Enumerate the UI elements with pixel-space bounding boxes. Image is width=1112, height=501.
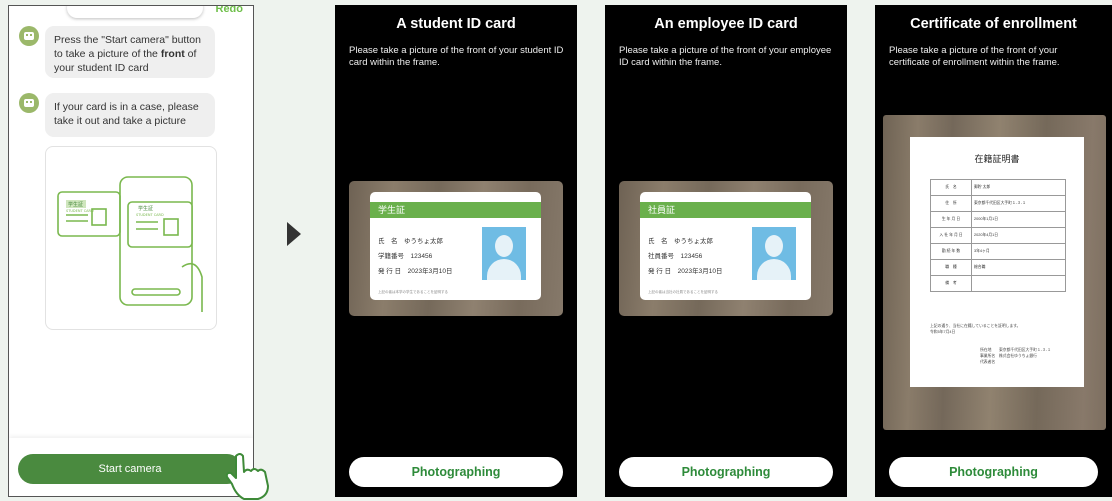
card-footer: 上記の者は本学の学生であることを証明する xyxy=(378,290,448,294)
start-camera-button[interactable]: Start camera xyxy=(18,454,242,484)
screen-instruction: Please take a picture of the front of yo… xyxy=(349,45,564,68)
table-row: 入 社 年 月 日 2020年4月1日 xyxy=(930,227,1066,244)
certificate-note: 上記の通り、当社に在籍していることを証明します。 令和5年7月4日 xyxy=(930,324,1021,334)
certificate-table: 氏 名郵貯 太郎 住 所東京都千代田区大手町１-３-１ 生 年 月 日 2000年… xyxy=(930,179,1066,292)
table-row: 備 考 xyxy=(930,275,1066,292)
card2-sublabel: STUDENT CARD xyxy=(136,213,164,217)
card1-sublabel: STUDENT CARD xyxy=(66,209,94,213)
phone-capture-illustration: 学生証 STUDENT CARD 学生証 STUDENT CARD xyxy=(57,176,203,312)
card2-label: 学生証 xyxy=(138,205,153,212)
card-header: 学生証 xyxy=(370,202,541,218)
certificate-heading: 在籍証明書 xyxy=(974,154,1020,164)
card-number-row: 学籍番号 123456 xyxy=(378,253,433,260)
card-number-row: 社員番号 123456 xyxy=(648,253,703,260)
certificate-screen: Certificate of enrollment Please take a … xyxy=(875,5,1112,497)
bot-avatar-icon xyxy=(19,26,39,46)
camera-frame: 在籍証明書 氏 名郵貯 太郎 住 所東京都千代田区大手町１-３-１ 生 年 月 … xyxy=(883,115,1106,430)
card-name-row: 氏 名 ゆうちょ太郎 xyxy=(378,238,443,245)
card-header: 社員証 xyxy=(640,202,811,218)
bot-message-text: Press the "Start camera" button to take … xyxy=(54,34,201,74)
camera-frame: 学生証 氏 名 ゆうちょ太郎 学籍番号 123456 発 行 日 2023年3月… xyxy=(349,181,563,316)
table-row: 氏 名郵貯 太郎 xyxy=(930,179,1066,196)
id-card-sample: 社員証 氏 名 ゆうちょ太郎 社員番号 123456 発 行 日 2023年3月… xyxy=(640,192,811,300)
student-id-screen: A student ID card Please take a picture … xyxy=(335,5,577,497)
hand-pointer-icon xyxy=(225,453,269,500)
bottom-action-bar: Start camera xyxy=(9,438,253,496)
previous-message-bubble xyxy=(67,6,203,18)
portrait-photo xyxy=(482,227,526,280)
id-card-sample: 学生証 氏 名 ゆうちょ太郎 学籍番号 123456 発 行 日 2023年3月… xyxy=(370,192,541,300)
bot-message-start-camera: Press the "Start camera" button to take … xyxy=(45,26,215,78)
card-date-row: 発 行 日 2023年3月10日 xyxy=(648,268,723,275)
bot-avatar-icon xyxy=(19,93,39,113)
screen-title: Certificate of enrollment xyxy=(910,16,1077,32)
card-date-row: 発 行 日 2023年3月10日 xyxy=(378,268,453,275)
photographing-button[interactable]: Photographing xyxy=(889,457,1098,487)
redo-link[interactable]: Redo xyxy=(216,6,244,15)
camera-frame: 社員証 氏 名 ゆうちょ太郎 社員番号 123456 発 行 日 2023年3月… xyxy=(619,181,833,316)
certificate-document: 在籍証明書 氏 名郵貯 太郎 住 所東京都千代田区大手町１-３-１ 生 年 月 … xyxy=(910,137,1084,387)
card-outline-1 xyxy=(57,191,121,237)
bot-message-case: If your card is in a case, please take i… xyxy=(45,93,215,137)
id-card-illustration: 学生証 STUDENT CARD 学生証 STUDENT CARD xyxy=(45,146,217,330)
card-footer: 上記の者は当社の社員であることを証明する xyxy=(648,290,718,294)
employee-id-screen: An employee ID card Please take a pictur… xyxy=(605,5,847,497)
screen-title: A student ID card xyxy=(396,16,516,32)
portrait-photo xyxy=(752,227,796,280)
card-name-row: 氏 名 ゆうちょ太郎 xyxy=(648,238,713,245)
table-row: 職 種総合職 xyxy=(930,259,1066,276)
table-row: 勤 続 年 数 3年4ヶ月 xyxy=(930,243,1066,260)
screen-title: An employee ID card xyxy=(654,16,798,32)
table-row: 生 年 月 日 2000年1月1日 xyxy=(930,211,1066,228)
flow-arrow-icon xyxy=(287,222,301,246)
chat-screen: Redo Press the "Start camera" button to … xyxy=(8,5,254,497)
photographing-button[interactable]: Photographing xyxy=(619,457,833,487)
table-row: 住 所東京都千代田区大手町１-３-１ xyxy=(930,195,1066,212)
photographing-button[interactable]: Photographing xyxy=(349,457,563,487)
screen-instruction: Please take a picture of the front of yo… xyxy=(619,45,832,68)
card1-label: 学生証 xyxy=(68,201,83,208)
screen-instruction: Please take a picture of the front of yo… xyxy=(889,45,1060,68)
certificate-signature: 所在地 東京都千代田区大手町１-３-１ 事業所名 株式会社ゆうちょ銀行 代表者名 xyxy=(980,348,1051,364)
